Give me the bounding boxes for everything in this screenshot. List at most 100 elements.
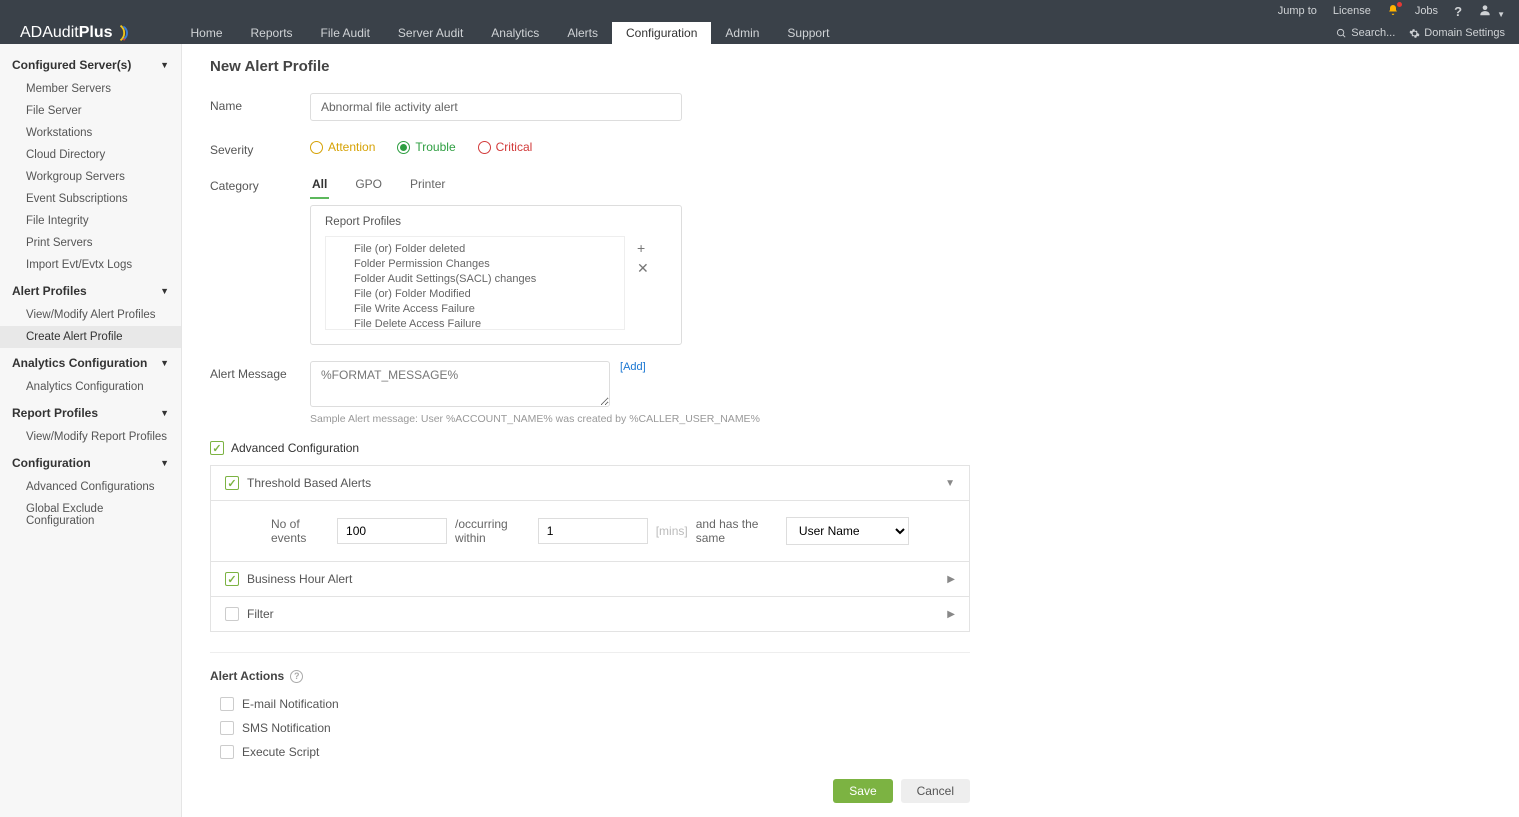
occurring-within-label: /occurring within (455, 517, 530, 545)
notifications-bell-icon[interactable] (1387, 4, 1399, 19)
filter-row[interactable]: Filter ▶ (211, 597, 969, 631)
add-report-profile-icon[interactable]: + (637, 240, 649, 256)
utility-bar: Jump to License Jobs ? ▼ (0, 0, 1519, 22)
business-hour-row[interactable]: Business Hour Alert ▶ (211, 562, 969, 597)
filter-label: Filter (247, 607, 947, 621)
add-variable-link[interactable]: [Add] (620, 361, 646, 373)
sidebar-section-report-profiles[interactable]: Report Profiles▼ (0, 398, 181, 426)
threshold-header-row[interactable]: Threshold Based Alerts ▼ (211, 466, 969, 501)
mins-label: [mins] (656, 524, 688, 538)
help-icon[interactable]: ? (1454, 4, 1462, 19)
alert-message-input[interactable] (310, 361, 610, 407)
severity-attention-label: Attention (328, 140, 375, 154)
has-same-dropdown[interactable]: User Name (786, 517, 909, 545)
nav-tab-analytics[interactable]: Analytics (477, 22, 553, 44)
chevron-down-icon: ▼ (160, 286, 169, 296)
severity-attention-radio[interactable]: Attention (310, 140, 375, 154)
nav-tab-server-audit[interactable]: Server Audit (384, 22, 477, 44)
report-profiles-list[interactable]: File (or) Folder deletedFolder Permissio… (325, 236, 625, 330)
sidebar-item-cloud-directory[interactable]: Cloud Directory (0, 144, 181, 166)
severity-trouble-radio[interactable]: Trouble (397, 140, 455, 154)
business-hour-checkbox[interactable] (225, 572, 239, 586)
jump-to-link[interactable]: Jump to (1278, 5, 1317, 17)
report-profile-item[interactable]: File (or) Folder Modified (334, 286, 616, 301)
main-tabs: HomeReportsFile AuditServer AuditAnalyti… (177, 22, 844, 44)
sidebar-section-configuration[interactable]: Configuration▼ (0, 448, 181, 476)
sidebar-item-file-integrity[interactable]: File Integrity (0, 210, 181, 232)
sidebar-section-alert-profiles[interactable]: Alert Profiles▼ (0, 276, 181, 304)
license-link[interactable]: License (1333, 5, 1371, 17)
category-tab-printer[interactable]: Printer (408, 173, 447, 199)
logo-prefix: ADAudit (20, 24, 79, 42)
sidebar-item-advanced-configurations[interactable]: Advanced Configurations (0, 476, 181, 498)
search-placeholder: Search... (1351, 27, 1395, 39)
report-profile-item[interactable]: Folder Permission Changes (334, 256, 616, 271)
filter-checkbox[interactable] (225, 607, 239, 621)
sidebar: Configured Server(s)▼Member ServersFile … (0, 44, 182, 817)
expand-icon[interactable]: ▶ (947, 609, 955, 620)
save-button[interactable]: Save (833, 779, 892, 803)
nav-tab-admin[interactable]: Admin (711, 22, 773, 44)
main-navbar: ADAudit Plus HomeReportsFile AuditServer… (0, 22, 1519, 44)
domain-settings-label: Domain Settings (1424, 27, 1505, 39)
report-profile-item[interactable]: File Write Access Failure (334, 301, 616, 316)
nav-tab-file-audit[interactable]: File Audit (307, 22, 384, 44)
severity-critical-radio[interactable]: Critical (478, 140, 533, 154)
execute-script-label: Execute Script (242, 745, 319, 759)
sidebar-item-create-alert-profile[interactable]: Create Alert Profile (0, 326, 181, 348)
occurring-within-input[interactable] (538, 518, 648, 544)
category-tabs: All GPO Printer (310, 173, 682, 199)
sms-notification-checkbox[interactable] (220, 721, 234, 735)
advanced-config-checkbox[interactable] (210, 441, 224, 455)
sidebar-item-view-modify-report-profiles[interactable]: View/Modify Report Profiles (0, 426, 181, 448)
user-menu-icon[interactable]: ▼ (1478, 3, 1505, 20)
help-icon[interactable]: ? (290, 670, 303, 683)
sidebar-item-workgroup-servers[interactable]: Workgroup Servers (0, 166, 181, 188)
nav-tab-reports[interactable]: Reports (237, 22, 307, 44)
email-notification-checkbox[interactable] (220, 697, 234, 711)
nav-tab-alerts[interactable]: Alerts (553, 22, 612, 44)
sidebar-section-analytics-configuration[interactable]: Analytics Configuration▼ (0, 348, 181, 376)
threshold-checkbox[interactable] (225, 476, 239, 490)
severity-trouble-label: Trouble (415, 140, 455, 154)
report-profile-item[interactable]: Folder Audit Settings(SACL) changes (334, 271, 616, 286)
nav-tab-configuration[interactable]: Configuration (612, 22, 711, 44)
sidebar-item-view-modify-alert-profiles[interactable]: View/Modify Alert Profiles (0, 304, 181, 326)
no-of-events-input[interactable] (337, 518, 447, 544)
category-tab-gpo[interactable]: GPO (353, 173, 384, 199)
execute-script-checkbox[interactable] (220, 745, 234, 759)
sidebar-item-file-server[interactable]: File Server (0, 100, 181, 122)
advanced-config-label: Advanced Configuration (231, 441, 359, 455)
product-logo: ADAudit Plus (20, 22, 137, 44)
advanced-config-panel: Threshold Based Alerts ▼ No of events /o… (210, 465, 970, 632)
cancel-button[interactable]: Cancel (901, 779, 970, 803)
report-profiles-box: Report Profiles File (or) Folder deleted… (310, 205, 682, 345)
logo-suffix: Plus (79, 24, 113, 42)
nav-tab-home[interactable]: Home (177, 22, 237, 44)
sidebar-item-analytics-configuration[interactable]: Analytics Configuration (0, 376, 181, 398)
name-input[interactable] (310, 93, 682, 121)
report-profile-item[interactable]: File Delete Access Failure (334, 316, 616, 330)
report-profile-item[interactable]: File (or) Folder deleted (334, 241, 616, 256)
sidebar-item-print-servers[interactable]: Print Servers (0, 232, 181, 254)
expand-icon[interactable]: ▶ (947, 574, 955, 585)
sidebar-item-member-servers[interactable]: Member Servers (0, 78, 181, 100)
main-content: New Alert Profile Name Severity Attentio… (182, 44, 1519, 817)
global-search[interactable]: Search... (1336, 27, 1395, 39)
sidebar-item-global-exclude-configuration[interactable]: Global Exclude Configuration (0, 498, 181, 532)
chevron-down-icon: ▼ (160, 358, 169, 368)
remove-report-profile-icon[interactable]: ✕ (637, 260, 649, 277)
category-tab-all[interactable]: All (310, 173, 329, 199)
threshold-title: Threshold Based Alerts (247, 476, 945, 490)
no-of-events-label: No of events (271, 517, 329, 545)
sidebar-item-event-subscriptions[interactable]: Event Subscriptions (0, 188, 181, 210)
alert-actions-label: Alert Actions (210, 669, 284, 683)
sidebar-section-configured-server-s-[interactable]: Configured Server(s)▼ (0, 50, 181, 78)
nav-tab-support[interactable]: Support (773, 22, 843, 44)
collapse-icon[interactable]: ▼ (945, 478, 955, 489)
jobs-link[interactable]: Jobs (1415, 5, 1438, 17)
domain-settings-link[interactable]: Domain Settings (1409, 27, 1505, 39)
sidebar-item-workstations[interactable]: Workstations (0, 122, 181, 144)
logo-arc-icon (115, 22, 137, 44)
sidebar-item-import-evt-evtx-logs[interactable]: Import Evt/Evtx Logs (0, 254, 181, 276)
